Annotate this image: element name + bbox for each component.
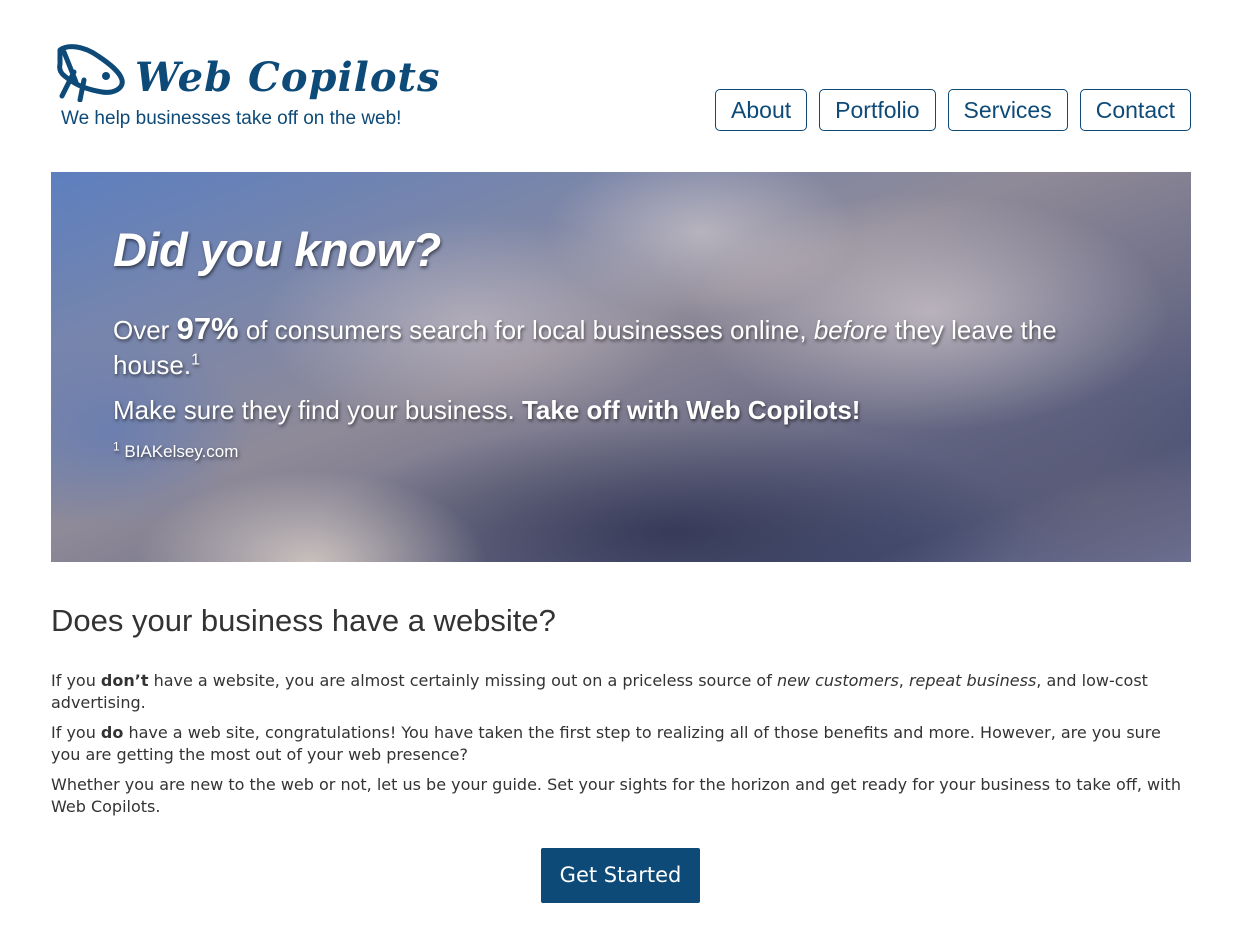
hero-stat-line: Over 97% of consumers search for local b… (113, 311, 1123, 383)
hero-stat-value: 97% (176, 311, 239, 346)
footnote-marker: 1 (191, 351, 200, 369)
hero-text: Over (113, 315, 177, 345)
footnote-source: BIAKelsey.com (119, 442, 239, 461)
brand-logo[interactable]: Web Copilots We help businesses take off… (51, 40, 440, 135)
hero-content: Did you know? Over 97% of consumers sear… (113, 222, 1123, 462)
hero-text: of consumers search for local businesses… (238, 315, 814, 345)
nav-contact-button[interactable]: Contact (1079, 89, 1191, 131)
text: If you (51, 723, 101, 742)
intro-copy: If you don’t have a website, you are alm… (51, 670, 1191, 826)
brand-tagline: We help businesses take off on the web! (61, 108, 402, 129)
text: , (898, 671, 909, 690)
brand-name: Web Copilots (135, 54, 441, 101)
main-nav: About Portfolio Services Contact (715, 89, 1191, 131)
paragraph: Whether you are new to the web or not, l… (51, 775, 1181, 816)
nav-services-button[interactable]: Services (947, 89, 1068, 131)
site-header: Web Copilots We help businesses take off… (51, 40, 1191, 140)
rocket-plane-icon (57, 44, 125, 102)
get-started-button[interactable]: Get Started (541, 848, 700, 903)
paragraph: If you don’t have a website, you are alm… (51, 670, 1191, 714)
bold-text: do (100, 723, 124, 742)
italic-text: repeat business (908, 671, 1037, 690)
hero-banner: Did you know? Over 97% of consumers sear… (51, 172, 1191, 562)
hero-emphasis: before (813, 315, 888, 345)
hero-strong-text: Take off with Web Copilots! (521, 395, 861, 425)
text: If you (51, 671, 101, 690)
hero-text: Make sure they find your business. (113, 395, 522, 425)
hero-cta-line: Make sure they find your business. Take … (113, 393, 1123, 428)
hero-footnote: 1 BIAKelsey.com (113, 439, 1123, 462)
section-title: Does your business have a website? (51, 603, 556, 638)
footnote-marker: 1 (113, 439, 120, 454)
nav-portfolio-button[interactable]: Portfolio (819, 89, 936, 131)
nav-about-button[interactable]: About (715, 89, 808, 131)
text: have a web site, congratulations! You ha… (51, 723, 1161, 764)
italic-text: new customers (776, 671, 899, 690)
text: have a website, you are almost certainly… (148, 671, 777, 690)
paragraph: If you do have a web site, congratulatio… (51, 722, 1191, 766)
bold-text: don’t (100, 671, 149, 690)
hero-title: Did you know? (113, 223, 441, 276)
